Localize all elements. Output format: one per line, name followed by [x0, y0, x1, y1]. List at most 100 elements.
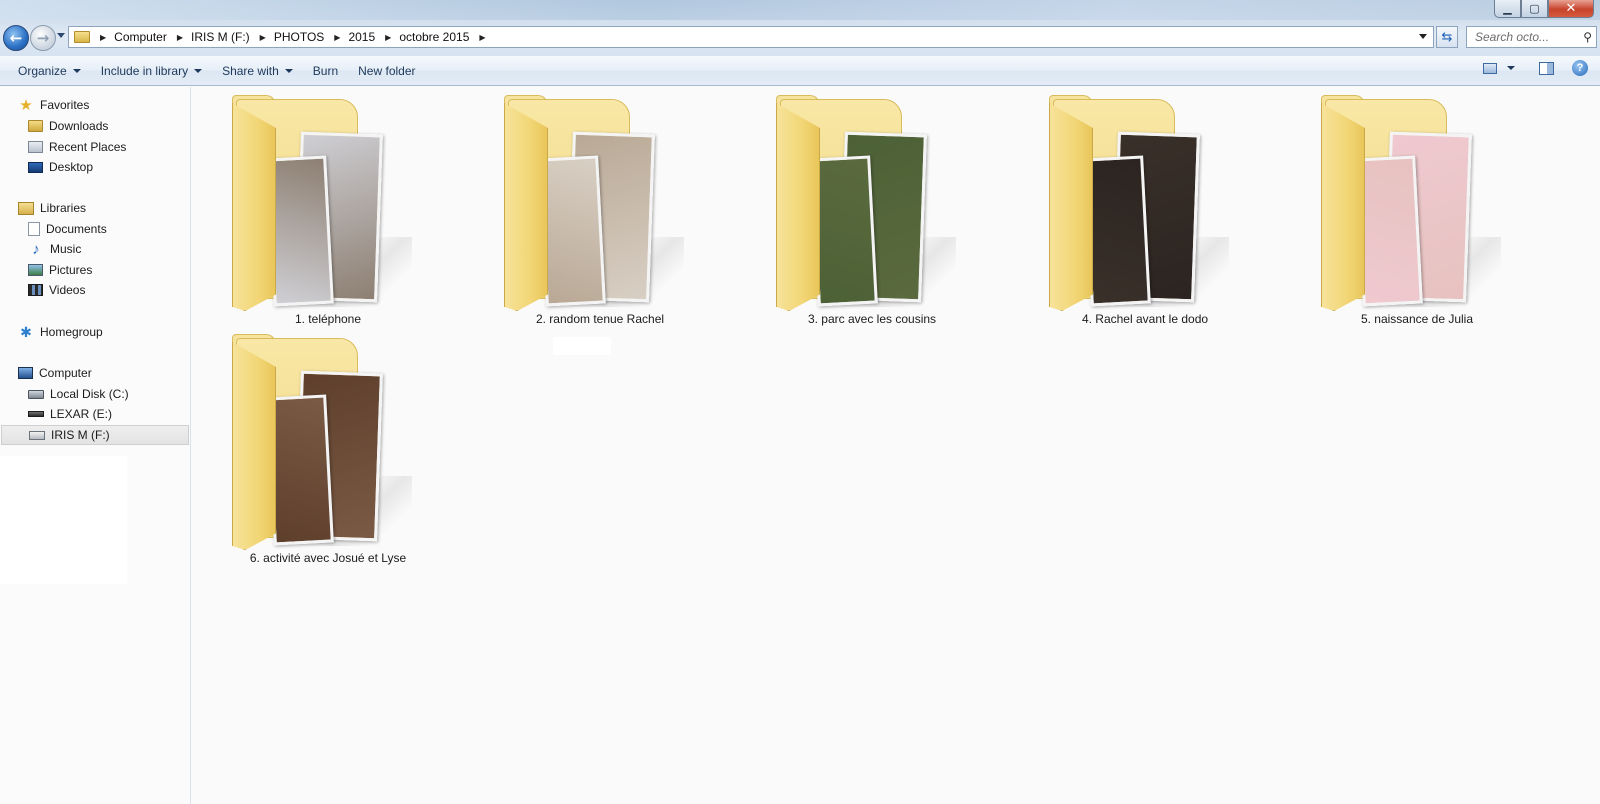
refresh-button[interactable]: ⇆	[1436, 26, 1458, 48]
folder-front	[1321, 103, 1365, 311]
sidebar-item-favorites[interactable]: ★ Favorites	[18, 95, 89, 115]
close-button[interactable]: ✕	[1548, 0, 1594, 18]
burn-button[interactable]: Burn	[303, 59, 348, 83]
downloads-folder-icon	[28, 120, 43, 132]
sidebar-item-label: Local Disk (C:)	[50, 387, 129, 401]
chevron-right-icon[interactable]: ▶	[385, 33, 391, 42]
folder-name: 1. teléphone	[294, 312, 362, 326]
sidebar-item-iris-m-f[interactable]: IRIS M (F:)	[1, 425, 189, 445]
chevron-right-icon[interactable]: ▶	[100, 33, 106, 42]
folder-icon	[1321, 95, 1477, 315]
thumbnail-photo	[1083, 155, 1151, 307]
film-strip-icon	[28, 284, 43, 296]
sidebar-item-downloads[interactable]: Downloads	[28, 116, 108, 136]
sidebar-item-label: IRIS M (F:)	[51, 428, 110, 442]
organize-label: Organize	[18, 63, 67, 78]
sidebar-item-libraries[interactable]: Libraries	[18, 198, 86, 218]
sidebar-item-local-disk-c[interactable]: Local Disk (C:)	[28, 384, 129, 404]
chevron-down-icon	[72, 68, 81, 73]
sidebar-item-label: Music	[50, 242, 82, 256]
search-icon[interactable]: ⚲	[1583, 30, 1592, 44]
recent-pages-dropdown[interactable]	[57, 33, 65, 38]
breadcrumb: ▶ Computer ▶ IRIS M (F:) ▶ PHOTOS ▶ 2015…	[96, 30, 494, 44]
homegroup-icon: ✱	[20, 323, 32, 340]
chevron-down-icon	[194, 68, 203, 73]
folder-name: 4. Rachel avant le dodo	[1081, 312, 1209, 326]
sidebar-item-documents[interactable]: Documents	[28, 219, 107, 239]
recent-places-icon	[28, 141, 43, 153]
sidebar-item-label: Documents	[46, 222, 107, 236]
folder-name: 2. random tenue Rachel	[535, 312, 665, 326]
thumbnail-photo	[266, 155, 334, 307]
folder-item[interactable]: 1. teléphone	[192, 87, 464, 329]
change-view-icon[interactable]	[1483, 62, 1497, 74]
sidebar-item-label: Libraries	[40, 201, 87, 215]
breadcrumb-iris-drive[interactable]: IRIS M (F:)	[191, 30, 250, 44]
folder-front	[1049, 103, 1093, 311]
folder-item[interactable]: 4. Rachel avant le dodo	[1009, 87, 1281, 329]
file-list: 1. teléphone 2. random tenue Rachel 3. par…	[192, 87, 1600, 804]
sidebar-item-homegroup[interactable]: ✱ Homegroup	[18, 322, 103, 342]
folder-icon	[232, 334, 388, 554]
new-folder-button[interactable]: New folder	[348, 59, 425, 83]
sidebar-item-videos[interactable]: Videos	[28, 280, 85, 300]
star-icon: ★	[19, 97, 33, 114]
share-with-button[interactable]: Share with	[212, 59, 303, 83]
breadcrumb-photos[interactable]: PHOTOS	[274, 30, 324, 44]
chevron-right-icon[interactable]: ▶	[479, 33, 485, 42]
folder-icon	[776, 95, 932, 315]
document-icon	[28, 222, 40, 236]
thumbnail-photo	[538, 155, 606, 307]
breadcrumb-2015[interactable]: 2015	[348, 30, 375, 44]
navigation-pane: ★ Favorites Downloads Recent Places Deskt…	[0, 87, 191, 804]
sidebar-item-lexar-e[interactable]: LEXAR (E:)	[28, 404, 112, 424]
preview-pane-icon[interactable]	[1539, 61, 1554, 75]
folder-name: 3. parc avec les cousins	[807, 312, 937, 326]
folder-front	[776, 103, 820, 311]
breadcrumb-octobre-2015[interactable]: octobre 2015	[399, 30, 469, 44]
removable-drive-icon	[28, 411, 44, 417]
sidebar-item-music[interactable]: ♪ Music	[28, 239, 81, 259]
breadcrumb-computer[interactable]: Computer	[114, 30, 167, 44]
forward-button[interactable]: →	[30, 25, 56, 51]
folder-name: 5. naissance de Julia	[1360, 312, 1474, 326]
back-button[interactable]: ←	[3, 25, 29, 51]
sidebar-item-computer[interactable]: Computer	[18, 363, 92, 383]
share-with-label: Share with	[222, 63, 279, 78]
maximize-button[interactable]: ▢	[1521, 0, 1548, 18]
search-input[interactable]: Search octo... ⚲	[1466, 26, 1597, 48]
chevron-right-icon[interactable]: ▶	[260, 33, 266, 42]
sidebar-item-pictures[interactable]: Pictures	[28, 260, 92, 280]
organize-button[interactable]: Organize	[8, 59, 91, 83]
thumbnail-photo	[1355, 155, 1423, 307]
sidebar-item-label: Pictures	[49, 263, 93, 277]
title-bar-glass	[0, 0, 1600, 20]
chevron-right-icon[interactable]: ▶	[177, 33, 183, 42]
help-icon[interactable]: ?	[1572, 60, 1588, 76]
folder-item[interactable]: 3. parc avec les cousins	[736, 87, 1008, 329]
folder-item[interactable]: 5. naissance de Julia	[1281, 87, 1553, 329]
sidebar-item-recent-places[interactable]: Recent Places	[28, 137, 126, 157]
include-in-library-button[interactable]: Include in library	[91, 59, 212, 83]
folder-item[interactable]: 6. activité avec Josué et Lyse	[192, 326, 464, 568]
sidebar-item-label: Recent Places	[49, 140, 127, 154]
thumbnail-photo	[810, 155, 878, 307]
sidebar-item-label: Computer	[39, 366, 92, 380]
chevron-down-icon	[284, 68, 293, 73]
folder-icon	[74, 31, 90, 43]
desktop-icon	[28, 161, 43, 173]
folder-name: 6. activité avec Josué et Lyse	[249, 551, 407, 565]
folder-item[interactable]: 2. random tenue Rachel	[464, 87, 736, 329]
address-history-dropdown[interactable]	[1419, 34, 1427, 39]
sidebar-item-label: Homegroup	[40, 325, 103, 339]
pictures-icon	[28, 264, 43, 276]
libraries-icon	[18, 201, 34, 215]
more-views-dropdown[interactable]	[1507, 66, 1515, 70]
removable-drive-icon	[29, 430, 45, 440]
minimize-button[interactable]: ▁	[1494, 0, 1521, 18]
view-controls: ?	[1483, 60, 1588, 76]
chevron-right-icon[interactable]: ▶	[334, 33, 340, 42]
new-folder-label: New folder	[358, 63, 416, 78]
address-bar[interactable]: ▶ Computer ▶ IRIS M (F:) ▶ PHOTOS ▶ 2015…	[68, 26, 1434, 48]
sidebar-item-desktop[interactable]: Desktop	[28, 157, 93, 177]
